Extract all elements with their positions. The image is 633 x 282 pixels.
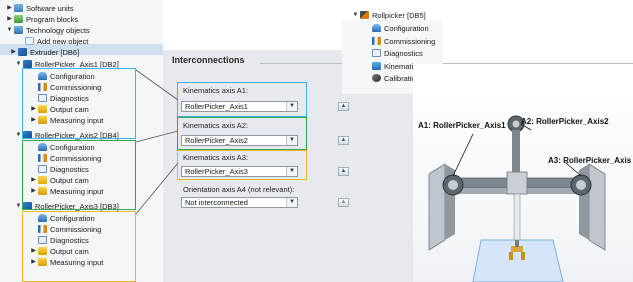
rollpicker-menu-item[interactable]: Diagnostics <box>371 48 423 59</box>
kinematics-trace-icon <box>372 61 381 70</box>
axis1-motor-icon <box>442 174 464 196</box>
rollpicker-menu-item-label: Configuration <box>384 24 429 33</box>
left-upright <box>428 163 446 251</box>
axis3-connector-line <box>135 162 179 215</box>
expand-arrow-icon[interactable]: ▼ <box>352 10 359 21</box>
scene-label-a2: A2: RollerPicker_Axis2 <box>521 117 609 126</box>
configuration-icon <box>372 24 381 32</box>
axis2-connector-line <box>135 130 179 143</box>
rollpicker-menu-item-label: Commissioning <box>384 36 436 46</box>
roller-picker-3d-model <box>428 115 606 282</box>
rollpicker-menu-item-label: Diagnostics <box>384 49 423 58</box>
diagnostics-icon <box>372 49 381 57</box>
axis3-motor-icon <box>570 174 592 196</box>
right-upright <box>588 163 606 251</box>
scene-label-a1: A1: RollerPicker_Axis1 <box>418 121 506 130</box>
rollpicker-menu-item[interactable]: Commissioning <box>371 36 435 47</box>
commissioning-icon <box>372 36 381 45</box>
a1-pointer <box>452 133 474 177</box>
calibration-icon <box>372 74 381 82</box>
vertical-rod <box>513 193 521 241</box>
rollpicker-menu-item[interactable]: Configuration <box>371 23 429 34</box>
scene-label-a3: A3: RollerPicker_Axis <box>548 156 632 165</box>
axis1-connector-line <box>135 69 179 101</box>
carriage <box>506 171 528 195</box>
rollpicker-title: Rollpicker [DB5] <box>372 11 426 20</box>
rollpicker-icon <box>360 11 369 19</box>
rollpicker-node[interactable]: ▼ Rollpicker [DB5] <box>352 10 426 21</box>
